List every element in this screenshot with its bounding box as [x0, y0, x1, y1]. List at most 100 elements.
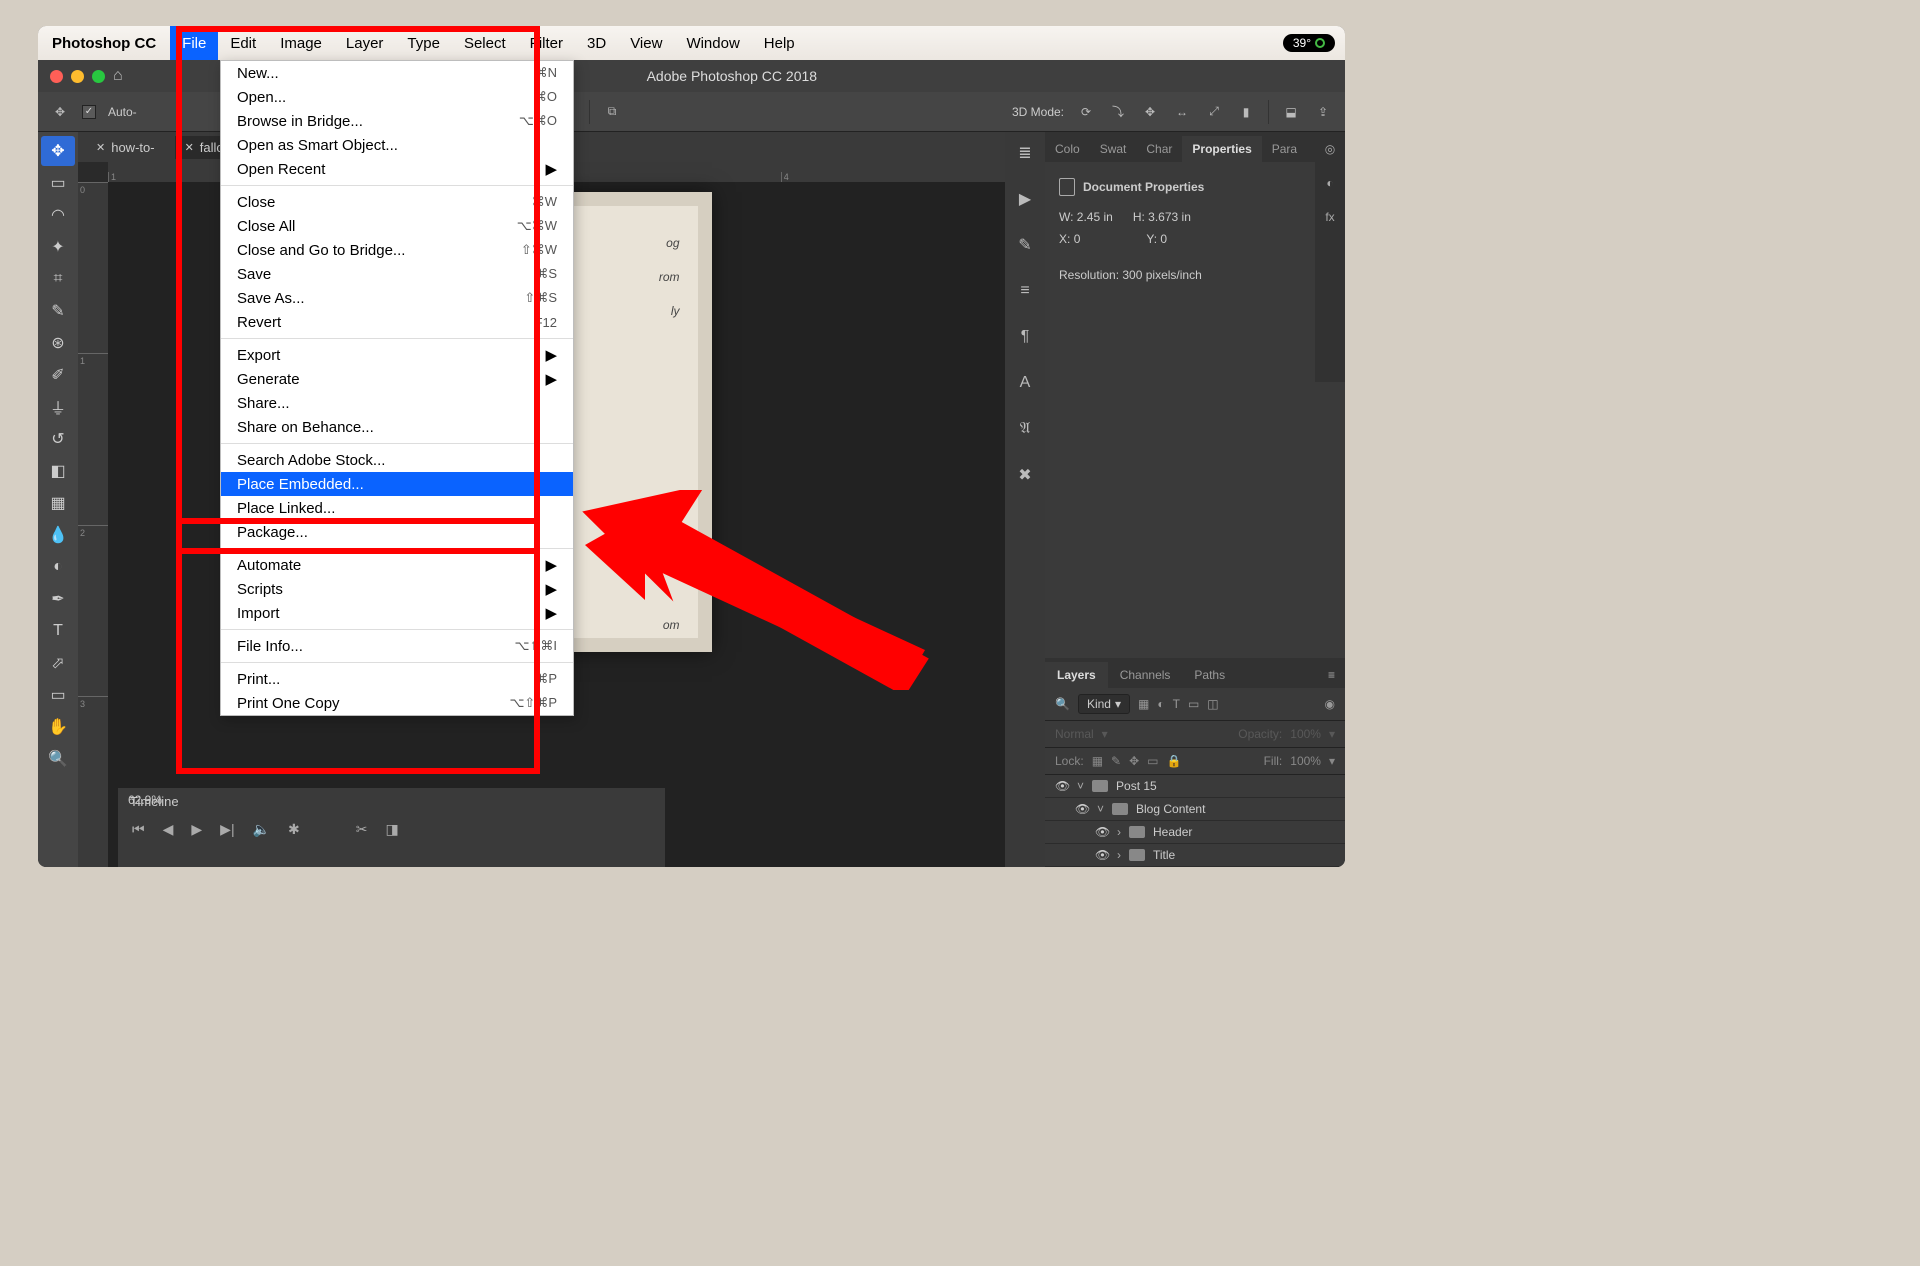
layer-row[interactable]: 👁 ˅ Post 15 — [1045, 775, 1345, 798]
first-frame-icon[interactable]: ⏮ — [132, 821, 145, 838]
menu-layer[interactable]: Layer — [334, 26, 396, 60]
file-menu-item[interactable]: Print...⌘P — [221, 667, 573, 691]
filter-toggle-icon[interactable]: ◉ — [1325, 697, 1335, 711]
file-menu-item[interactable]: New...⌘N — [221, 61, 573, 85]
maximize-icon[interactable] — [92, 70, 105, 83]
auto-select-checkbox[interactable]: ✓ — [82, 105, 96, 119]
zoom-tool[interactable]: 🔍 — [41, 744, 75, 774]
tool-presets-panel-icon[interactable]: ✖ — [1010, 460, 1040, 490]
menu-help[interactable]: Help — [752, 26, 807, 60]
filter-type-icon[interactable]: T — [1173, 697, 1180, 711]
settings-icon[interactable]: ✱ — [288, 821, 300, 838]
file-menu-item[interactable]: File Info...⌥⇧⌘I — [221, 634, 573, 658]
lock-transparent-icon[interactable]: ▦ — [1092, 754, 1103, 768]
layer-row[interactable]: 👁 › Header — [1045, 821, 1345, 844]
menu-view[interactable]: View — [618, 26, 674, 60]
file-menu-item[interactable]: Share on Behance... — [221, 415, 573, 439]
next-frame-icon[interactable]: ▶| — [220, 821, 234, 838]
roll-icon[interactable]: ⤵ — [1108, 102, 1128, 122]
menu-window[interactable]: Window — [674, 26, 751, 60]
file-menu-item[interactable]: Package... — [221, 520, 573, 544]
filter-adjustment-icon[interactable]: ◐ — [1157, 697, 1164, 711]
color-tab[interactable]: Colo — [1045, 136, 1090, 162]
prev-frame-icon[interactable]: ◀ — [163, 821, 174, 838]
layer-name[interactable]: Blog Content — [1136, 802, 1205, 816]
audio-icon[interactable]: 🔈 — [253, 821, 270, 838]
scale-3d-icon[interactable]: ⤢ — [1204, 102, 1224, 122]
file-menu-item[interactable]: Share... — [221, 391, 573, 415]
menu-file[interactable]: File — [170, 26, 218, 60]
type-tool[interactable]: T — [41, 616, 75, 646]
file-menu-item[interactable]: Close All⌥⌘W — [221, 214, 573, 238]
file-menu-item[interactable]: Close⌘W — [221, 190, 573, 214]
play-icon[interactable]: ▶ — [191, 821, 202, 838]
layer-name[interactable]: Header — [1153, 825, 1192, 839]
file-menu-item[interactable]: Print One Copy⌥⇧⌘P — [221, 691, 573, 715]
file-menu-item[interactable]: Browse in Bridge...⌥⌘O — [221, 109, 573, 133]
shape-tool[interactable]: ▭ — [41, 680, 75, 710]
file-menu-item[interactable]: Export▶ — [221, 343, 573, 367]
adjustments-icon[interactable]: ◐ — [1326, 176, 1333, 190]
move-tool-icon[interactable]: ✥ — [50, 102, 70, 122]
pan-icon[interactable]: ✥ — [1140, 102, 1160, 122]
visibility-icon[interactable]: 👁 — [1055, 779, 1069, 793]
history-brush-tool[interactable]: ↺ — [41, 424, 75, 454]
eraser-tool[interactable]: ◧ — [41, 456, 75, 486]
filter-smart-icon[interactable]: ◫ — [1207, 697, 1218, 711]
orbit-icon[interactable]: ⟳ — [1076, 102, 1096, 122]
disclosure-icon[interactable]: › — [1117, 825, 1121, 839]
layer-row[interactable]: 👁 ˅ Blog Content — [1045, 798, 1345, 821]
brush-tool[interactable]: ✐ — [41, 360, 75, 390]
file-menu-item[interactable]: Automate▶ — [221, 553, 573, 577]
file-menu-item[interactable]: Place Embedded... — [221, 472, 573, 496]
character-tab[interactable]: Char — [1136, 136, 1182, 162]
fill-value[interactable]: 100% — [1290, 754, 1321, 768]
lock-all-icon[interactable]: 🔒 — [1167, 754, 1182, 768]
paragraph-tab[interactable]: Para — [1262, 136, 1307, 162]
file-menu-item[interactable]: Open as Smart Object... — [221, 133, 573, 157]
file-menu-item[interactable]: Save⌘S — [221, 262, 573, 286]
swatches-tab[interactable]: Swat — [1090, 136, 1137, 162]
drop-to-ground-icon[interactable]: ⬓ — [1281, 102, 1301, 122]
zoom-level[interactable]: 62.9% — [128, 793, 162, 807]
gradient-tool[interactable]: ▦ — [41, 488, 75, 518]
properties-tab[interactable]: Properties — [1182, 136, 1261, 162]
dodge-tool[interactable]: ◐ — [41, 552, 75, 582]
file-menu-item[interactable]: Place Linked... — [221, 496, 573, 520]
pen-tool[interactable]: ✒ — [41, 584, 75, 614]
visibility-icon[interactable]: 👁 — [1095, 848, 1109, 862]
lock-artboard-icon[interactable]: ▭ — [1147, 754, 1158, 768]
blend-mode-select[interactable]: Normal — [1055, 727, 1094, 741]
history-panel-icon[interactable]: ≣ — [1010, 138, 1040, 168]
share-icon[interactable]: ⇪ — [1313, 102, 1333, 122]
filter-kind-select[interactable]: Kind▾ — [1078, 694, 1130, 714]
path-selection-tool[interactable]: ⬀ — [41, 648, 75, 678]
character-panel-icon[interactable]: A — [1010, 368, 1040, 398]
magic-wand-tool[interactable]: ✦ — [41, 232, 75, 262]
filter-pixel-icon[interactable]: ▦ — [1138, 697, 1149, 711]
glyphs-panel-icon[interactable]: 𝔄 — [1010, 414, 1040, 444]
file-menu-item[interactable]: Generate▶ — [221, 367, 573, 391]
ruler-vertical[interactable]: 0 1 2 3 — [78, 182, 108, 867]
close-tab-icon[interactable]: ✕ — [185, 141, 194, 154]
lock-image-icon[interactable]: ✎ — [1111, 754, 1121, 768]
panel-menu-icon[interactable]: ≡ — [1318, 662, 1345, 688]
close-tab-icon[interactable]: ✕ — [96, 141, 105, 154]
filter-search-icon[interactable]: 🔍 — [1055, 697, 1070, 711]
minimize-icon[interactable] — [71, 70, 84, 83]
lasso-tool[interactable]: ◠ — [41, 200, 75, 230]
actions-panel-icon[interactable]: ▶ — [1010, 184, 1040, 214]
disclosure-icon[interactable]: › — [1117, 848, 1121, 862]
menu-image[interactable]: Image — [268, 26, 334, 60]
hand-tool[interactable]: ✋ — [41, 712, 75, 742]
doc-tab-0[interactable]: ✕ how-to- — [86, 136, 165, 159]
menu-type[interactable]: Type — [395, 26, 452, 60]
brush-settings-panel-icon[interactable]: ≡ — [1010, 276, 1040, 306]
menu-select[interactable]: Select — [452, 26, 518, 60]
layer-name[interactable]: Title — [1153, 848, 1175, 862]
stamp-tool[interactable]: ⏚ — [41, 392, 75, 422]
file-menu-item[interactable]: Open...⌘O — [221, 85, 573, 109]
layer-row[interactable]: 👁 › Title — [1045, 844, 1345, 867]
layer-name[interactable]: Post 15 — [1116, 779, 1157, 793]
disclosure-icon[interactable]: ˅ — [1097, 802, 1104, 816]
